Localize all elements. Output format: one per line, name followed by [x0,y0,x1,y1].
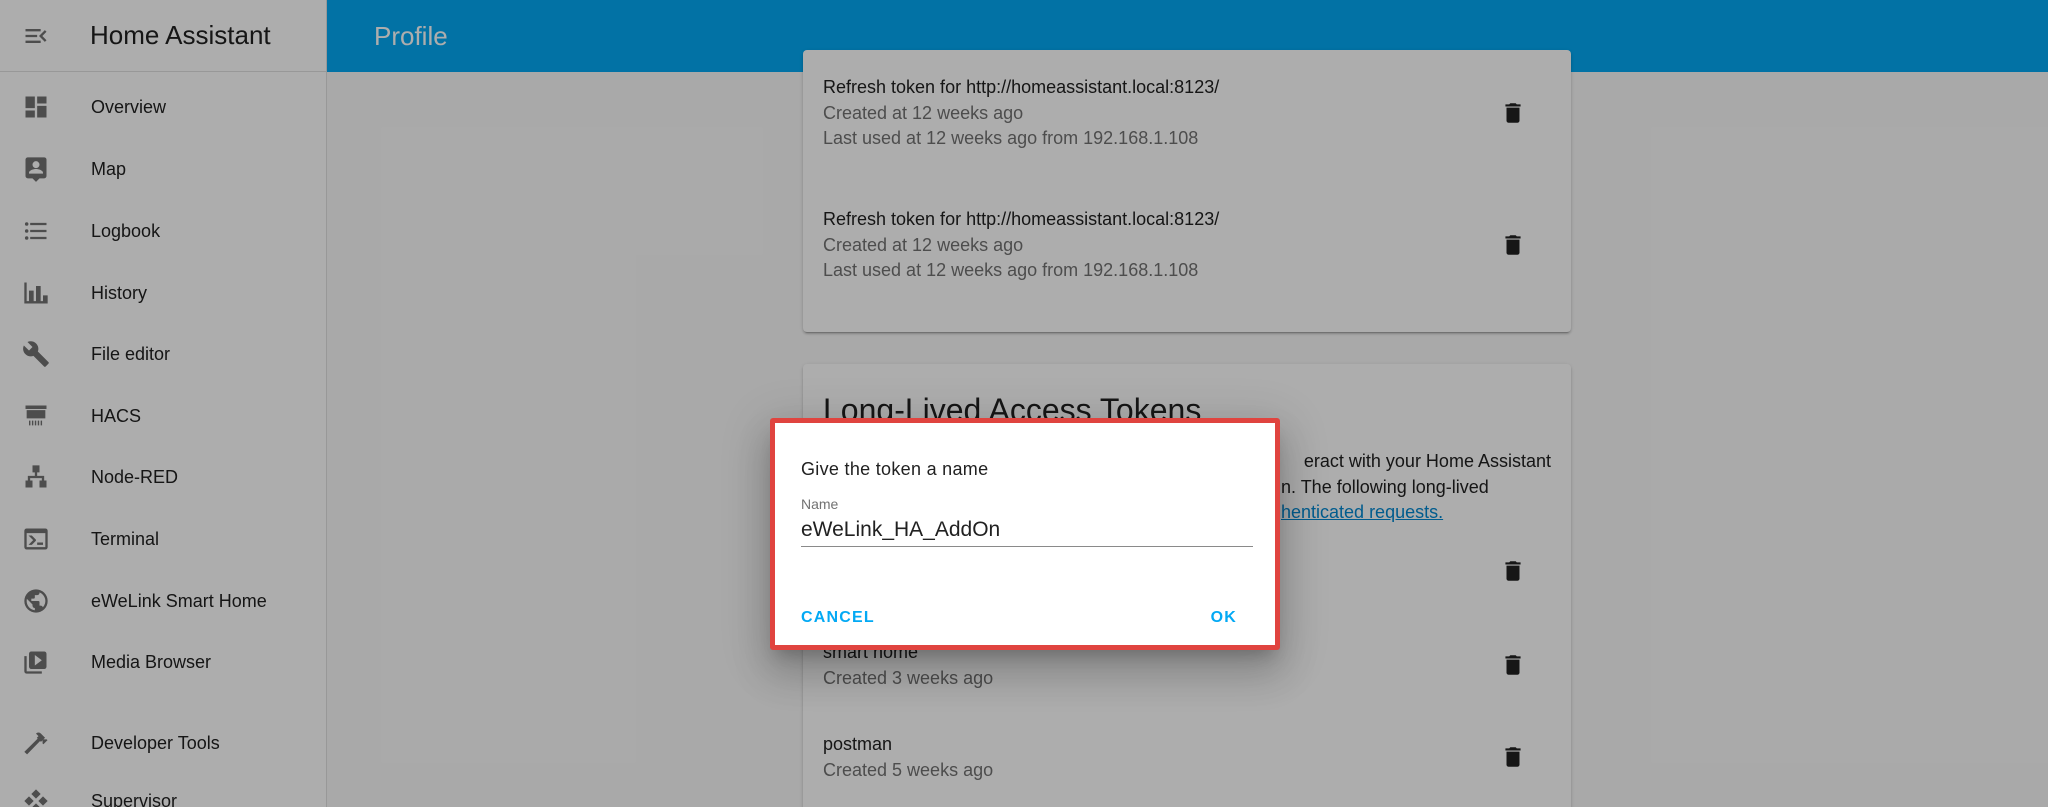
token-name-dialog: Give the token a name Name CANCEL OK [770,418,1280,650]
token-name-input[interactable] [801,514,1253,547]
name-field-label: Name [801,496,839,512]
modal-scrim[interactable] [0,0,2048,807]
dialog-title: Give the token a name [801,459,989,479]
cancel-button[interactable]: CANCEL [801,609,875,627]
ok-button[interactable]: OK [1211,609,1237,627]
